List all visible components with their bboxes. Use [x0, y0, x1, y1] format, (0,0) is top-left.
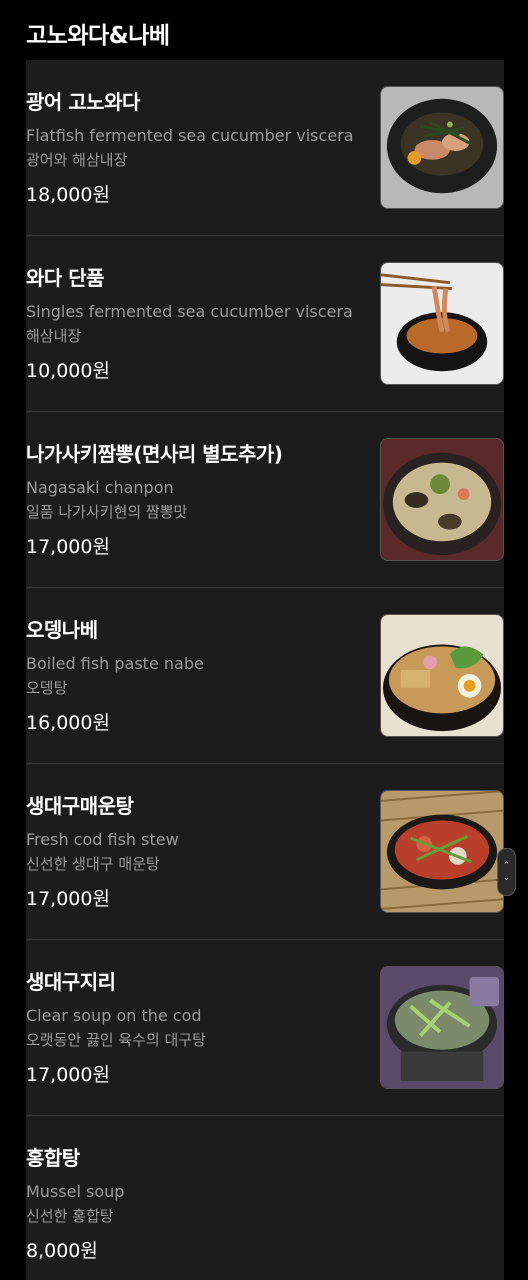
- scroll-handle[interactable]: ⌃ ⌄: [497, 848, 516, 896]
- item-price: 16,000원: [26, 712, 110, 734]
- menu-item-wada-single[interactable]: 와다 단품 Singles fermented sea cucumber vis…: [26, 236, 504, 412]
- item-name: 광어 고노와다: [26, 90, 140, 114]
- item-price: 17,000원: [26, 536, 110, 558]
- item-description-en: Clear soup on the cod: [26, 1006, 202, 1025]
- chevron-down-icon: ⌄: [502, 873, 511, 883]
- item-price: 17,000원: [26, 1064, 110, 1086]
- item-description-en: Singles fermented sea cucumber viscera: [26, 302, 353, 321]
- menu-item-spicy-cod-stew[interactable]: 생대구매운탕 Fresh cod fish stew 신선한 생대구 매운탕 1…: [26, 764, 504, 940]
- item-name: 오뎅나베: [26, 618, 98, 642]
- item-name: 홍합탕: [26, 1146, 80, 1170]
- section-title: 고노와다&나베: [26, 23, 170, 49]
- menu-item-mussel-soup[interactable]: 홍합탕 Mussel soup 신선한 홍합탕 8,000원: [26, 1116, 504, 1280]
- item-description-ko: 일품 나가사키현의 짬뽕맛: [26, 503, 188, 521]
- menu-item-flatfish-gonowada[interactable]: 광어 고노와다 Flatfish fermented sea cucumber …: [26, 60, 504, 236]
- menu-item-clear-cod-soup[interactable]: 생대구지리 Clear soup on the cod 오랫동안 끓인 육수의 …: [26, 940, 504, 1116]
- item-description-en: Flatfish fermented sea cucumber viscera: [26, 126, 354, 145]
- item-description-en: Fresh cod fish stew: [26, 830, 179, 849]
- item-price: 8,000원: [26, 1240, 98, 1262]
- item-description-ko: 오뎅탕: [26, 679, 68, 697]
- menu-item-oden-nabe[interactable]: 오뎅나베 Boiled fish paste nabe 오뎅탕 16,000원: [26, 588, 504, 764]
- item-price: 10,000원: [26, 360, 110, 382]
- item-photo[interactable]: [380, 262, 504, 385]
- menu-list: 광어 고노와다 Flatfish fermented sea cucumber …: [26, 60, 504, 1280]
- item-price: 17,000원: [26, 888, 110, 910]
- item-photo[interactable]: [380, 790, 504, 913]
- chevron-up-icon: ⌃: [502, 861, 511, 871]
- item-description-ko: 신선한 생대구 매운탕: [26, 855, 160, 873]
- item-description-en: Nagasaki chanpon: [26, 478, 174, 497]
- item-name: 생대구지리: [26, 970, 116, 994]
- item-price: 18,000원: [26, 184, 110, 206]
- item-name: 나가사키짬뽕(면사리 별도추가): [26, 442, 283, 466]
- item-description-en: Boiled fish paste nabe: [26, 654, 204, 673]
- item-name: 생대구매운탕: [26, 794, 134, 818]
- item-photo[interactable]: [380, 86, 504, 209]
- menu-item-nagasaki-chanpon[interactable]: 나가사키짬뽕(면사리 별도추가) Nagasaki chanpon 일품 나가사…: [26, 412, 504, 588]
- item-name: 와다 단품: [26, 266, 105, 290]
- menu-page: 고노와다&나베 광어 고노와다 Flatfish fermented sea c…: [0, 0, 528, 1280]
- item-description-ko: 해삼내장: [26, 327, 82, 345]
- item-description-ko: 오랫동안 끓인 육수의 대구탕: [26, 1031, 206, 1049]
- item-description-ko: 광어와 해삼내장: [26, 151, 128, 169]
- item-photo[interactable]: [380, 966, 504, 1089]
- item-photo[interactable]: [380, 438, 504, 561]
- item-photo[interactable]: [380, 614, 504, 737]
- item-description-en: Mussel soup: [26, 1182, 125, 1201]
- item-description-ko: 신선한 홍합탕: [26, 1207, 114, 1225]
